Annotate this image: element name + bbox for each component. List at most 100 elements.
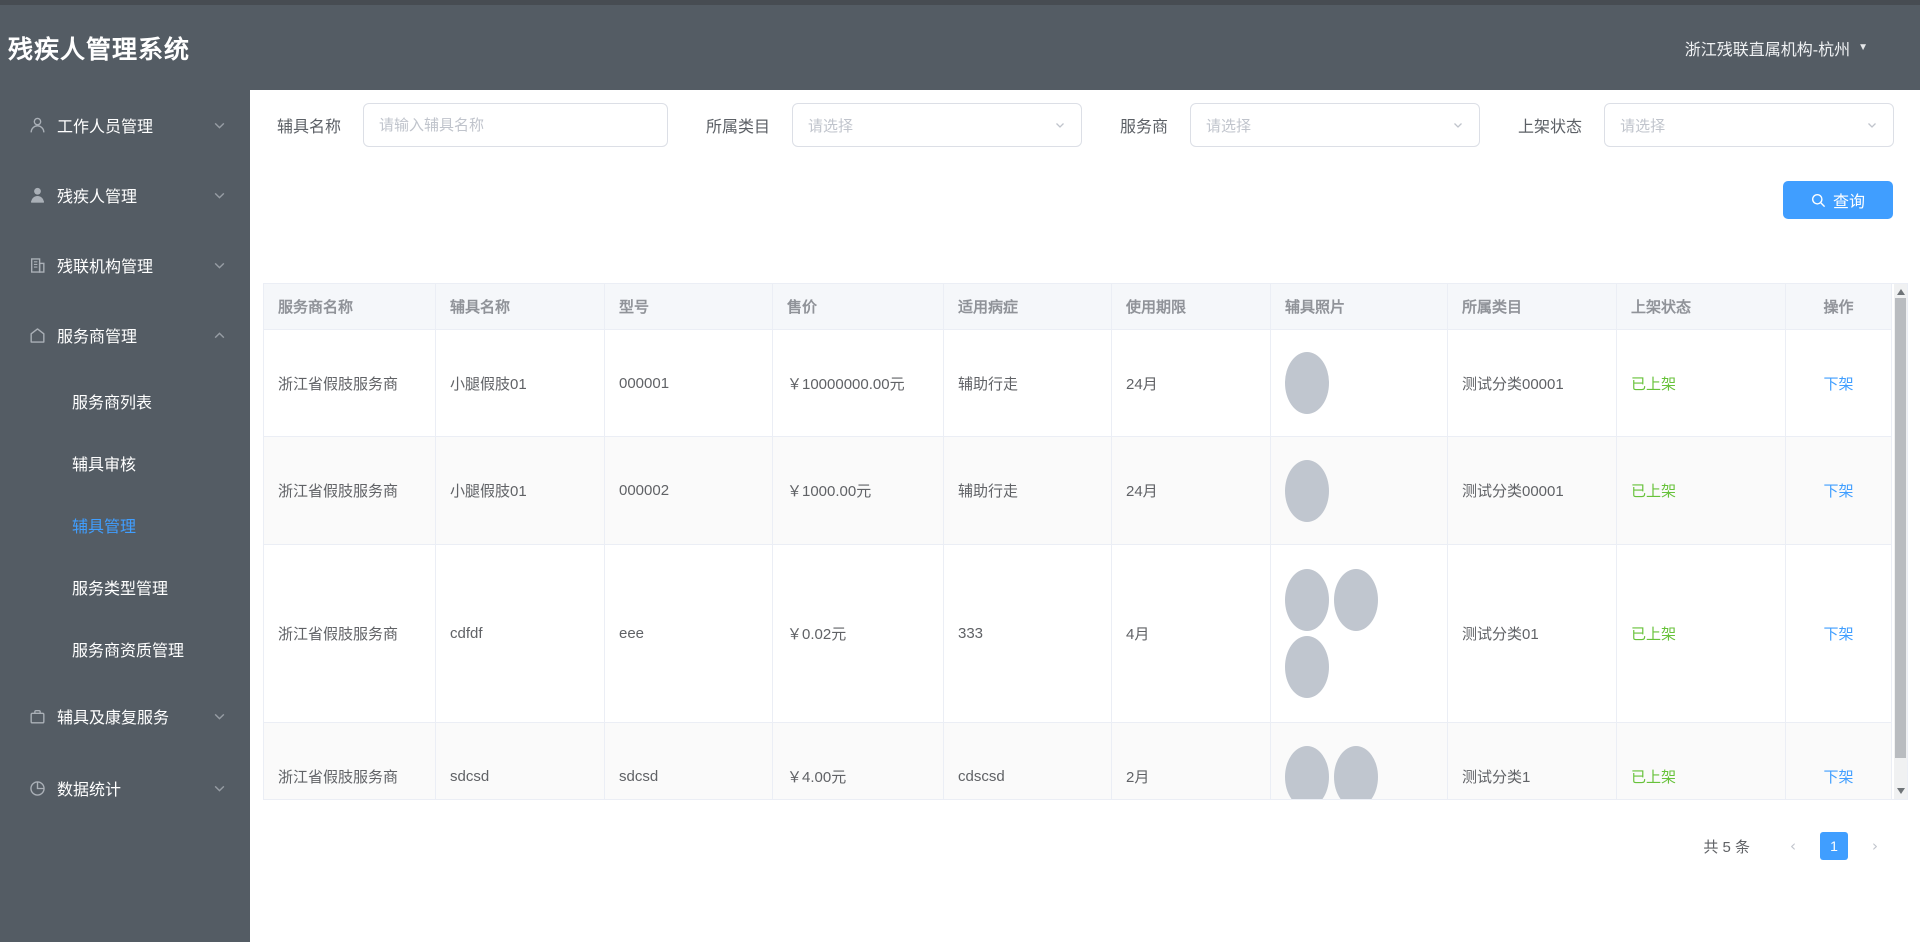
scroll-down-arrow-icon[interactable]	[1897, 788, 1905, 794]
cell-disease: 辅助行走	[944, 437, 1112, 545]
cell-price: ￥1000.00元	[773, 437, 944, 545]
table-row: 浙江省假肢服务商 小腿假肢01 000001 ￥10000000.00元 辅助行…	[264, 330, 1894, 437]
sidebar-item-provider-qualification[interactable]: 服务商资质管理	[0, 618, 250, 680]
scroll-up-arrow-icon[interactable]	[1897, 289, 1905, 295]
table-row: 浙江省假肢服务商 cdfdf eee ￥0.02元 333 4月 测试分类01 …	[264, 545, 1894, 723]
page-title: 残疾人管理系统	[8, 35, 191, 64]
search-button[interactable]: 查询	[1783, 181, 1893, 219]
table-scrollbar[interactable]	[1894, 284, 1907, 799]
cell-disease: 333	[944, 545, 1112, 723]
cell-category: 测试分类01	[1448, 545, 1617, 723]
search-button-label: 查询	[1832, 194, 1865, 211]
aid-photo	[1285, 636, 1329, 698]
category-select[interactable]: 请选择	[792, 103, 1083, 147]
search-icon	[1811, 193, 1826, 207]
sidebar: 工作人员管理 残疾人管理 残联机构管理 服务商管理 服务商列表 辅具审核 辅具管…	[0, 90, 250, 942]
cell-photos	[1271, 330, 1448, 437]
sidebar-item-label: 数据统计	[57, 782, 122, 799]
table-row: 浙江省假肢服务商 sdcsd sdcsd ￥4.00元 cdscsd 2月 测试…	[264, 723, 1894, 799]
shelf-status-select[interactable]: 请选择	[1604, 103, 1895, 147]
cell-photos	[1271, 437, 1448, 545]
user-outline-icon	[30, 117, 45, 132]
sidebar-item-provider-management[interactable]: 服务商管理	[0, 300, 250, 370]
home-icon	[30, 327, 45, 343]
sidebar-item-label: 工作人员管理	[57, 119, 154, 136]
sidebar-item-provider-list[interactable]: 服务商列表	[0, 370, 250, 432]
sidebar-item-label: 辅具及康复服务	[57, 710, 170, 727]
take-down-link[interactable]: 下架	[1823, 373, 1853, 394]
status-badge: 已上架	[1617, 545, 1786, 723]
org-selector[interactable]: 浙江残联直属机构-杭州 ▼	[1685, 36, 1868, 60]
take-down-link[interactable]: 下架	[1823, 623, 1853, 644]
aid-photo	[1285, 569, 1329, 631]
cell-price: ￥0.02元	[773, 545, 944, 723]
cell-aid-name: 小腿假肢01	[436, 437, 605, 545]
actions-row: 查询	[250, 181, 1893, 219]
status-badge: 已上架	[1617, 723, 1786, 799]
scrollbar-thumb[interactable]	[1895, 298, 1906, 758]
sidebar-item-staff-management[interactable]: 工作人员管理	[0, 90, 250, 160]
sidebar-item-organization-management[interactable]: 残联机构管理	[0, 230, 250, 300]
cell-model: sdcsd	[605, 723, 773, 799]
column-header: 辅具照片	[1271, 284, 1448, 330]
sidebar-item-service-type-management[interactable]: 服务类型管理	[0, 556, 250, 618]
cell-provider: 浙江省假肢服务商	[264, 545, 436, 723]
column-header: 所属类目	[1448, 284, 1617, 330]
take-down-link[interactable]: 下架	[1823, 766, 1853, 787]
filter-provider: 服务商 请选择	[1120, 103, 1481, 147]
app-header: 残疾人管理系统 浙江残联直属机构-杭州 ▼	[0, 0, 1920, 90]
column-header: 辅具名称	[436, 284, 605, 330]
aid-name-input[interactable]	[363, 103, 669, 147]
cell-provider: 浙江省假肢服务商	[264, 437, 436, 545]
sidebar-item-label: 残疾人管理	[57, 189, 138, 206]
pagination: 共 5 条 ‹ 1 ›	[250, 832, 1890, 860]
chevron-down-icon	[214, 192, 225, 199]
take-down-link[interactable]: 下架	[1823, 480, 1853, 501]
aid-photo	[1285, 352, 1329, 414]
next-page-button[interactable]: ›	[1860, 837, 1890, 855]
sidebar-item-aid-review[interactable]: 辅具审核	[0, 432, 250, 494]
chevron-down-icon	[1868, 123, 1877, 128]
cell-model: 000002	[605, 437, 773, 545]
page-1-button[interactable]: 1	[1820, 832, 1848, 860]
pie-chart-icon	[30, 780, 45, 796]
cell-price: ￥10000000.00元	[773, 330, 944, 437]
cell-disease: cdscsd	[944, 723, 1112, 799]
table-row: 浙江省假肢服务商 小腿假肢01 000002 ￥1000.00元 辅助行走 24…	[264, 437, 1894, 545]
column-header: 操作	[1786, 284, 1892, 330]
cell-period: 24月	[1112, 437, 1271, 545]
cell-category: 测试分类1	[1448, 723, 1617, 799]
cell-photos	[1271, 545, 1448, 723]
cell-period: 4月	[1112, 545, 1271, 723]
shelf-status-select-placeholder: 请选择	[1620, 117, 1666, 135]
column-header: 使用期限	[1112, 284, 1271, 330]
top-strip	[0, 0, 1920, 5]
sidebar-item-statistics[interactable]: 数据统计	[0, 752, 250, 824]
chevron-up-icon	[214, 331, 225, 338]
column-header: 售价	[773, 284, 944, 330]
cell-provider: 浙江省假肢服务商	[264, 330, 436, 437]
sidebar-item-aid-management-active[interactable]: 辅具管理	[0, 494, 250, 556]
user-solid-icon	[31, 187, 44, 203]
caret-down-icon: ▼	[1858, 42, 1868, 53]
pagination-total: 共 5 条	[1703, 838, 1750, 856]
cell-period: 24月	[1112, 330, 1271, 437]
prev-page-button[interactable]: ‹	[1778, 837, 1808, 855]
shelf-status-label: 上架状态	[1518, 119, 1583, 136]
category-select-placeholder: 请选择	[808, 117, 854, 135]
cell-photos	[1271, 723, 1448, 799]
cell-aid-name: cdfdf	[436, 545, 605, 723]
table-header-row: 服务商名称 辅具名称 型号 售价 适用病症 使用期限 辅具照片 所属类目 上架状…	[264, 284, 1894, 330]
status-badge: 已上架	[1617, 330, 1786, 437]
aid-photo	[1334, 569, 1378, 631]
cell-disease: 辅助行走	[944, 330, 1112, 437]
provider-select[interactable]: 请选择	[1190, 103, 1481, 147]
sidebar-item-aid-rehab-service[interactable]: 辅具及康复服务	[0, 680, 250, 752]
sidebar-item-disabled-management[interactable]: 残疾人管理	[0, 160, 250, 230]
cell-provider: 浙江省假肢服务商	[264, 723, 436, 799]
aids-table: 服务商名称 辅具名称 型号 售价 适用病症 使用期限 辅具照片 所属类目 上架状…	[263, 283, 1908, 800]
chevron-down-icon	[214, 122, 225, 129]
cell-category: 测试分类00001	[1448, 330, 1617, 437]
aid-photo	[1285, 459, 1329, 522]
org-selector-label: 浙江残联直属机构-杭州	[1684, 41, 1851, 59]
